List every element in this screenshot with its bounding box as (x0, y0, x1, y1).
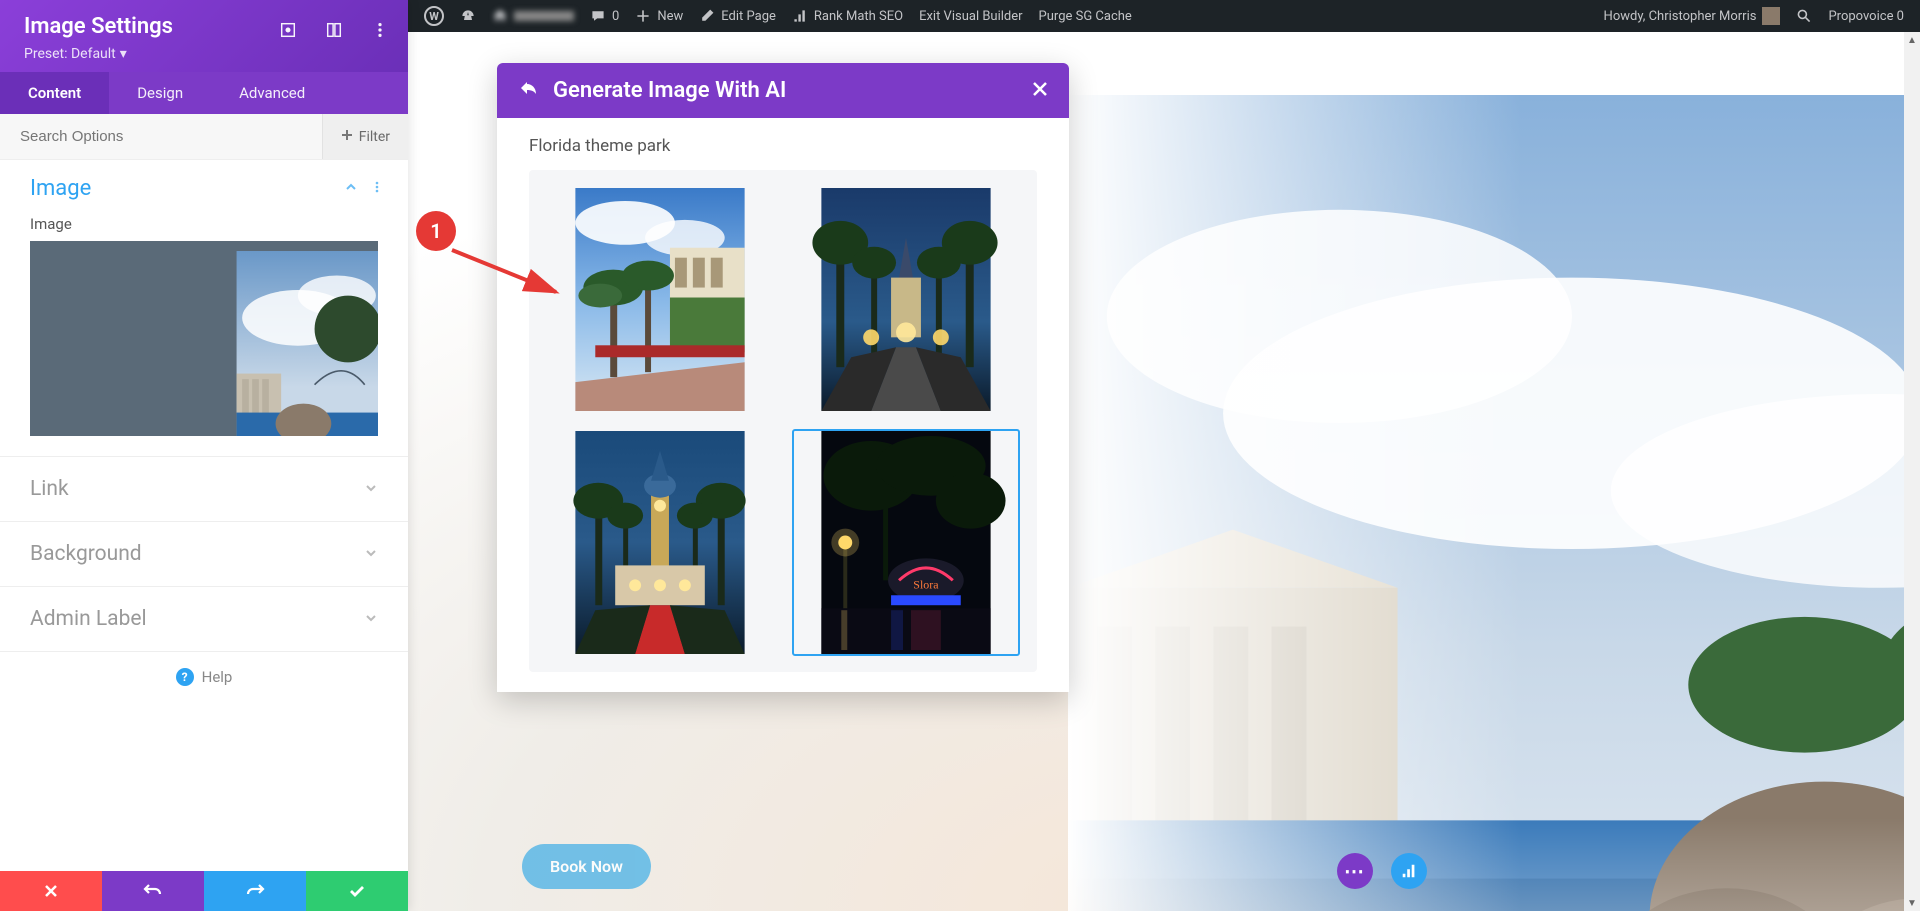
close-button[interactable] (1031, 79, 1049, 103)
chevron-down-icon (364, 545, 378, 564)
ai-result-1[interactable] (546, 186, 774, 413)
annotation-badge: 1 (416, 211, 456, 251)
ai-result-4[interactable]: Slora (792, 429, 1020, 656)
wordpress-icon: W (424, 6, 444, 26)
exit-visual-builder-link[interactable]: Exit Visual Builder (911, 0, 1030, 32)
gauge-icon (460, 8, 476, 24)
generate-ai-modal: Generate Image With AI Florida theme par… (497, 63, 1069, 692)
help-label: Help (202, 668, 233, 686)
redo-button[interactable] (204, 871, 306, 911)
howdy-user[interactable]: Howdy, Christopher Morris (1596, 0, 1789, 32)
ai-thumb-image (794, 188, 1018, 411)
responsive-icon[interactable] (278, 20, 298, 40)
new-label: New (657, 9, 683, 24)
pencil-icon (699, 8, 715, 24)
tab-advanced[interactable]: Advanced (211, 72, 333, 114)
section-background-title: Background (30, 542, 142, 566)
chevron-up-icon (344, 179, 358, 198)
settings-tabs: Content Design Advanced (0, 72, 408, 114)
chevron-down-icon: ▾ (120, 46, 127, 62)
preview-thumb-image (135, 251, 378, 436)
expand-icon[interactable] (324, 20, 344, 40)
section-image-header[interactable]: Image (0, 160, 408, 213)
ai-modal-body: Florida theme park (497, 118, 1069, 692)
chevron-down-icon (364, 480, 378, 499)
more-icon[interactable] (370, 20, 390, 40)
comment-count: 0 (612, 9, 619, 24)
comment-icon (590, 8, 606, 24)
ai-result-3[interactable] (546, 429, 774, 656)
ai-thumb-image (548, 431, 772, 654)
preset-dropdown[interactable]: Preset: Default▾ (24, 46, 127, 62)
howdy-label: Howdy, Christopher Morris (1604, 9, 1757, 24)
exit-vb-label: Exit Visual Builder (919, 9, 1022, 24)
purge-cache-link[interactable]: Purge SG Cache (1031, 0, 1140, 32)
ellipsis-icon: ⋯ (1344, 859, 1366, 883)
ai-results-grid: Slora (529, 170, 1037, 672)
edit-page-link[interactable]: Edit Page (691, 0, 784, 32)
purge-cache-label: Purge SG Cache (1039, 9, 1132, 24)
cancel-button[interactable] (0, 871, 102, 911)
dashboard-link[interactable] (452, 0, 484, 32)
layers-icon (1400, 862, 1418, 880)
back-button[interactable] (517, 77, 539, 104)
search-row: Filter (0, 114, 408, 160)
wp-logo[interactable]: W (416, 0, 452, 32)
book-now-button[interactable]: Book Now (522, 844, 651, 889)
new-content-link[interactable]: New (627, 0, 691, 32)
ai-result-2[interactable] (792, 186, 1020, 413)
section-admin-label-title: Admin Label (30, 607, 147, 631)
hero-image (1068, 95, 1920, 911)
avatar (1762, 7, 1780, 25)
chart-icon (792, 8, 808, 24)
section-more-icon[interactable] (370, 179, 384, 198)
search-input[interactable] (0, 114, 322, 159)
help-icon: ? (176, 668, 194, 686)
ai-prompt-text: Florida theme park (529, 136, 1037, 156)
rank-math-label: Rank Math SEO (814, 9, 903, 24)
rank-math-link[interactable]: Rank Math SEO (784, 0, 911, 32)
wp-admin-bar: W 0 New Edit Page Rank Math SEO Exit Vis… (408, 0, 1920, 32)
undo-button[interactable] (102, 871, 204, 911)
propovoice-label: Propovoice 0 (1828, 9, 1904, 24)
scroll-down-icon[interactable]: ▼ (1904, 895, 1920, 911)
section-image-title: Image (30, 176, 91, 201)
ai-thumb-image (548, 188, 772, 411)
edit-page-label: Edit Page (721, 9, 776, 24)
propovoice-link[interactable]: Propovoice 0 (1820, 0, 1912, 32)
filter-label: Filter (359, 129, 390, 145)
filter-button[interactable]: Filter (322, 114, 408, 159)
plus-icon (635, 8, 651, 24)
sidebar-header: Image Settings Preset: Default▾ (0, 0, 408, 72)
ai-modal-title: Generate Image With AI (553, 78, 1017, 103)
image-settings-sidebar: Image Settings Preset: Default▾ Content … (0, 0, 408, 911)
search-toggle[interactable] (1788, 0, 1820, 32)
chevron-down-icon (364, 610, 378, 629)
section-link[interactable]: Link (0, 456, 408, 521)
image-preview[interactable] (30, 241, 378, 436)
comments-link[interactable]: 0 (582, 0, 627, 32)
section-admin-label[interactable]: Admin Label (0, 586, 408, 651)
ai-thumb-image: Slora (794, 431, 1018, 654)
help-row[interactable]: ? Help (0, 651, 408, 702)
fab-more[interactable]: ⋯ (1337, 853, 1373, 889)
tab-design[interactable]: Design (109, 72, 211, 114)
svg-text:Slora: Slora (913, 577, 939, 591)
search-icon (1796, 8, 1812, 24)
section-background[interactable]: Background (0, 521, 408, 586)
tab-content[interactable]: Content (0, 72, 109, 114)
fab-layers[interactable] (1391, 853, 1427, 889)
bottom-action-bar (0, 871, 408, 911)
home-icon (492, 8, 508, 24)
vertical-scrollbar[interactable]: ▲ ▼ (1904, 32, 1920, 911)
site-name-link[interactable] (484, 0, 582, 32)
section-link-title: Link (30, 477, 69, 501)
image-field-label: Image (0, 213, 408, 241)
plus-icon (341, 129, 353, 145)
save-button[interactable] (306, 871, 408, 911)
scroll-up-icon[interactable]: ▲ (1904, 32, 1920, 48)
floating-actions: ⋯ (1337, 853, 1427, 889)
settings-panel: Image Image (0, 160, 408, 871)
ai-modal-header: Generate Image With AI (497, 63, 1069, 118)
